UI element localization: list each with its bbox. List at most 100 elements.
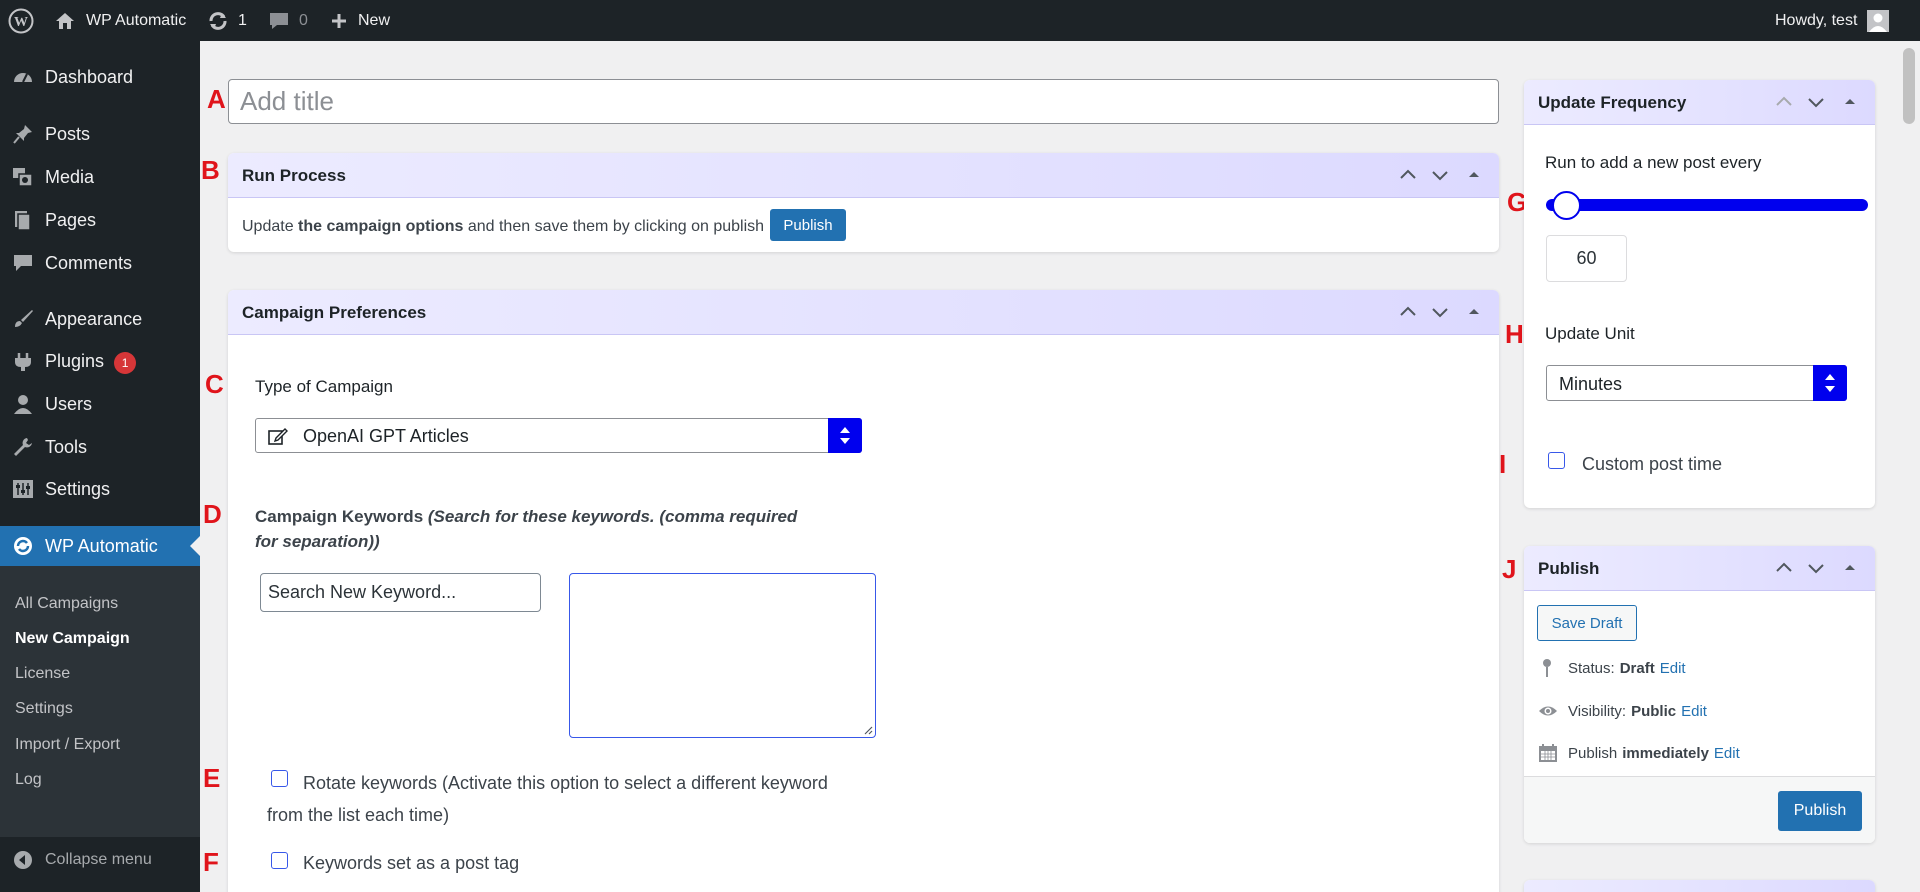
annotation-d: D (203, 499, 222, 529)
post-status-row: Status: Draft Edit (1538, 658, 1686, 678)
move-up-icon[interactable] (1397, 164, 1419, 186)
site-name-link[interactable]: WP Automatic (54, 0, 186, 41)
howdy-text: Howdy, test (1775, 11, 1858, 29)
sidebar-item-users[interactable]: Users (0, 384, 200, 424)
annotation-c: C (205, 369, 224, 399)
frequency-number-input[interactable]: 60 (1546, 235, 1627, 282)
sidebar-item-dashboard[interactable]: Dashboard (0, 57, 200, 97)
edit-visibility-link[interactable]: Edit (1681, 703, 1707, 720)
collapse-toggle-icon[interactable] (1463, 164, 1485, 186)
collapse-toggle-icon[interactable] (1839, 557, 1861, 579)
keyword-search-input[interactable]: Search New Keyword... (260, 573, 541, 612)
page-scrollbar-thumb[interactable] (1903, 48, 1915, 124)
sidebar-item-comments[interactable]: Comments (0, 243, 200, 283)
page-scrollbar[interactable] (1898, 41, 1920, 892)
sidebar-item-appearance[interactable]: Appearance (0, 299, 200, 339)
annotation-i: I (1499, 449, 1507, 479)
pages-icon (15, 211, 31, 230)
admin-bar: W WP Automatic 1 0 New Howdy, test (0, 0, 1920, 41)
wrench-icon (14, 438, 32, 456)
annotation-f: F (203, 847, 219, 877)
submenu-all-campaigns[interactable]: All Campaigns (15, 595, 118, 613)
update-frequency-header[interactable]: Update Frequency (1524, 80, 1875, 125)
campaign-preferences-box: Campaign Preferences Type of Campaign Op… (228, 290, 1499, 892)
sidebar-item-media[interactable]: Media (0, 157, 200, 197)
media-icon (13, 168, 33, 187)
campaign-type-select[interactable]: OpenAI GPT Articles (255, 418, 862, 453)
move-down-icon[interactable] (1429, 164, 1451, 186)
move-down-icon[interactable] (1429, 301, 1451, 323)
avatar (1867, 9, 1890, 32)
collapse-toggle-icon[interactable] (1463, 301, 1485, 323)
active-menu-pointer (190, 536, 200, 556)
sidebar-item-settings[interactable]: Settings (0, 469, 200, 509)
comments-count: 0 (299, 11, 308, 29)
keywords-post-tag-label: Keywords set as a post tag (303, 853, 520, 873)
collapse-arrow-icon (14, 851, 32, 869)
campaign-type-value: OpenAI GPT Articles (303, 426, 469, 446)
collapse-toggle-icon[interactable] (1839, 91, 1861, 113)
save-draft-button[interactable]: Save Draft (1537, 605, 1637, 641)
select-arrows-icon (1813, 365, 1847, 401)
keywords-textarea[interactable] (569, 573, 876, 738)
sidebar-item-plugins[interactable]: Plugins 1 (0, 342, 200, 382)
select-arrows-icon (828, 418, 862, 453)
calendar-icon (1539, 744, 1557, 762)
submenu-log[interactable]: Log (15, 771, 42, 789)
publish-box: Publish Save Draft Status: Draft Edit Vi… (1524, 546, 1875, 843)
move-up-icon[interactable] (1773, 557, 1795, 579)
update-unit-select[interactable]: Minutes (1546, 365, 1847, 401)
next-sidebar-box (1524, 880, 1875, 892)
collapse-menu-button[interactable]: Collapse menu (0, 840, 200, 880)
frequency-slider[interactable] (1546, 191, 1868, 220)
campaign-preferences-header[interactable]: Campaign Preferences (228, 290, 1499, 335)
submenu-license[interactable]: License (15, 665, 70, 683)
update-frequency-title: Update Frequency (1538, 93, 1687, 112)
frequency-slider-thumb[interactable] (1552, 191, 1581, 220)
run-frequency-label: Run to add a new post every (1545, 153, 1762, 172)
publish-button[interactable]: Publish (1778, 791, 1862, 831)
comments-link[interactable]: 0 (268, 0, 308, 41)
move-up-icon[interactable] (1397, 301, 1419, 323)
submenu-new-campaign[interactable]: New Campaign (15, 630, 130, 648)
move-down-icon[interactable] (1805, 557, 1827, 579)
wordpress-logo-icon[interactable]: W (8, 0, 34, 41)
submenu-settings[interactable]: Settings (15, 700, 73, 718)
campaign-type-label: Type of Campaign (255, 377, 393, 396)
edit-status-link[interactable]: Edit (1660, 660, 1686, 677)
update-frequency-box: Update Frequency Run to add a new post e… (1524, 80, 1875, 508)
sidebar-item-wp-automatic[interactable]: WP Automatic (0, 526, 200, 566)
eye-icon (1539, 706, 1557, 716)
user-icon (14, 395, 32, 414)
site-name: WP Automatic (86, 11, 187, 29)
annotation-j: J (1502, 554, 1517, 584)
publish-box-header[interactable]: Publish (1524, 546, 1875, 591)
sidebar-item-posts[interactable]: Posts (0, 114, 200, 154)
account-menu[interactable]: Howdy, test (1775, 0, 1890, 41)
run-process-publish-button[interactable]: Publish (770, 209, 846, 241)
keywords-post-tag-checkbox[interactable] (271, 852, 288, 869)
updates-count: 1 (238, 11, 247, 29)
edit-icon (268, 428, 288, 445)
move-down-icon[interactable] (1805, 91, 1827, 113)
custom-post-time-checkbox[interactable] (1548, 452, 1565, 469)
resize-handle-icon[interactable] (863, 725, 873, 735)
annotation-b: B (201, 155, 220, 185)
new-content-link[interactable]: New (330, 0, 390, 41)
edit-schedule-link[interactable]: Edit (1714, 745, 1740, 762)
submenu-import-export[interactable]: Import / Export (15, 736, 120, 754)
move-up-icon[interactable] (1773, 91, 1795, 113)
sidebar-item-tools[interactable]: Tools (0, 427, 200, 467)
post-title-input[interactable]: Add title (228, 79, 1499, 124)
new-label: New (358, 11, 391, 29)
run-process-header[interactable]: Run Process (228, 153, 1499, 198)
updates-link[interactable]: 1 (207, 0, 247, 41)
pin-icon (13, 125, 32, 144)
comment-bubble-icon (270, 12, 288, 29)
annotation-e: E (203, 763, 221, 793)
admin-sidebar: Dashboard Posts Media Pages Comments App… (0, 41, 200, 892)
sidebar-item-pages[interactable]: Pages (0, 200, 200, 240)
brush-icon (15, 310, 33, 327)
dashboard-icon (14, 73, 32, 83)
publish-schedule-value: immediately (1622, 744, 1709, 762)
